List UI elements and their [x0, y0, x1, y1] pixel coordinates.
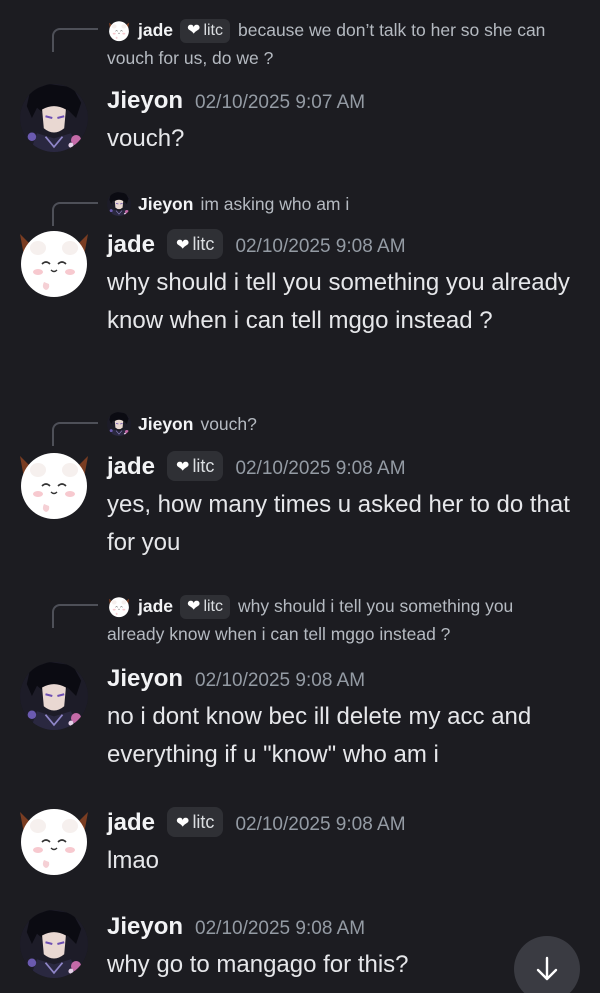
reply-preview[interactable]: jade ❤ litc why should i tell you something… [52, 592, 570, 648]
reply-avatar [107, 192, 131, 216]
badge-label: litc [192, 234, 215, 254]
avatar[interactable] [20, 450, 88, 518]
message-text: why go to mangago for this? [107, 951, 409, 978]
reply-preview[interactable]: jade ❤ litc because we don’t talk to her so… [52, 16, 570, 72]
role-badge: ❤ litc [167, 807, 224, 837]
timestamp: 02/10/2025 9:08 AM [235, 814, 406, 835]
reply-avatar [107, 594, 131, 618]
timestamp: 02/10/2025 9:07 AM [195, 92, 366, 113]
avatar[interactable] [20, 662, 88, 730]
reply-text: im asking who am i [200, 194, 350, 214]
reply-connector [52, 604, 98, 628]
message-text: yes, how many times u asked her to do th… [107, 491, 570, 556]
chat-message-list: jade ❤ litc because we don’t talk to her so… [0, 0, 600, 993]
badge-label: litc [203, 598, 223, 615]
timestamp: 02/10/2025 9:08 AM [235, 458, 406, 479]
message-text: why should i tell you something you alre… [107, 269, 570, 334]
reply-text: vouch? [200, 414, 257, 434]
role-badge: ❤ litc [167, 451, 224, 481]
reply-preview[interactable]: Jieyon vouch? [52, 410, 570, 446]
username[interactable]: jade [107, 809, 155, 836]
jump-to-bottom-button[interactable] [514, 936, 580, 993]
message-text: vouch? [107, 125, 185, 152]
reply-username[interactable]: jade [138, 596, 173, 616]
username[interactable]: Jieyon [107, 87, 183, 114]
avatar[interactable] [20, 806, 88, 874]
reply-connector [52, 28, 98, 52]
reply-username[interactable]: Jieyon [138, 414, 193, 434]
username[interactable]: Jieyon [107, 913, 183, 940]
avatar[interactable] [20, 228, 88, 296]
reply-avatar [107, 18, 131, 42]
heart-icon: ❤ [187, 22, 201, 39]
heart-icon: ❤ [187, 598, 201, 615]
avatar[interactable] [20, 84, 88, 152]
role-badge: ❤ litc [167, 229, 224, 259]
username[interactable]: Jieyon [107, 665, 183, 692]
reply-username[interactable]: Jieyon [138, 194, 193, 214]
arrow-down-icon [536, 956, 558, 981]
reply-avatar [107, 412, 131, 436]
timestamp: 02/10/2025 9:08 AM [195, 918, 366, 939]
badge-label: litc [203, 22, 223, 39]
username[interactable]: jade [107, 231, 155, 258]
message-text: no i dont know bec ill delete my acc and… [107, 703, 532, 768]
reply-username[interactable]: jade [138, 20, 173, 40]
reply-role-badge: ❤ litc [180, 595, 230, 619]
heart-icon: ❤ [176, 237, 190, 254]
avatar[interactable] [20, 910, 88, 978]
badge-label: litc [192, 456, 215, 476]
timestamp: 02/10/2025 9:08 AM [195, 670, 366, 691]
badge-label: litc [192, 812, 215, 832]
heart-icon: ❤ [176, 815, 190, 832]
reply-preview[interactable]: Jieyon im asking who am i [52, 190, 570, 226]
timestamp: 02/10/2025 9:08 AM [235, 236, 406, 257]
reply-role-badge: ❤ litc [180, 19, 230, 43]
username[interactable]: jade [107, 453, 155, 480]
heart-icon: ❤ [176, 459, 190, 476]
message-text: lmao [107, 847, 160, 874]
